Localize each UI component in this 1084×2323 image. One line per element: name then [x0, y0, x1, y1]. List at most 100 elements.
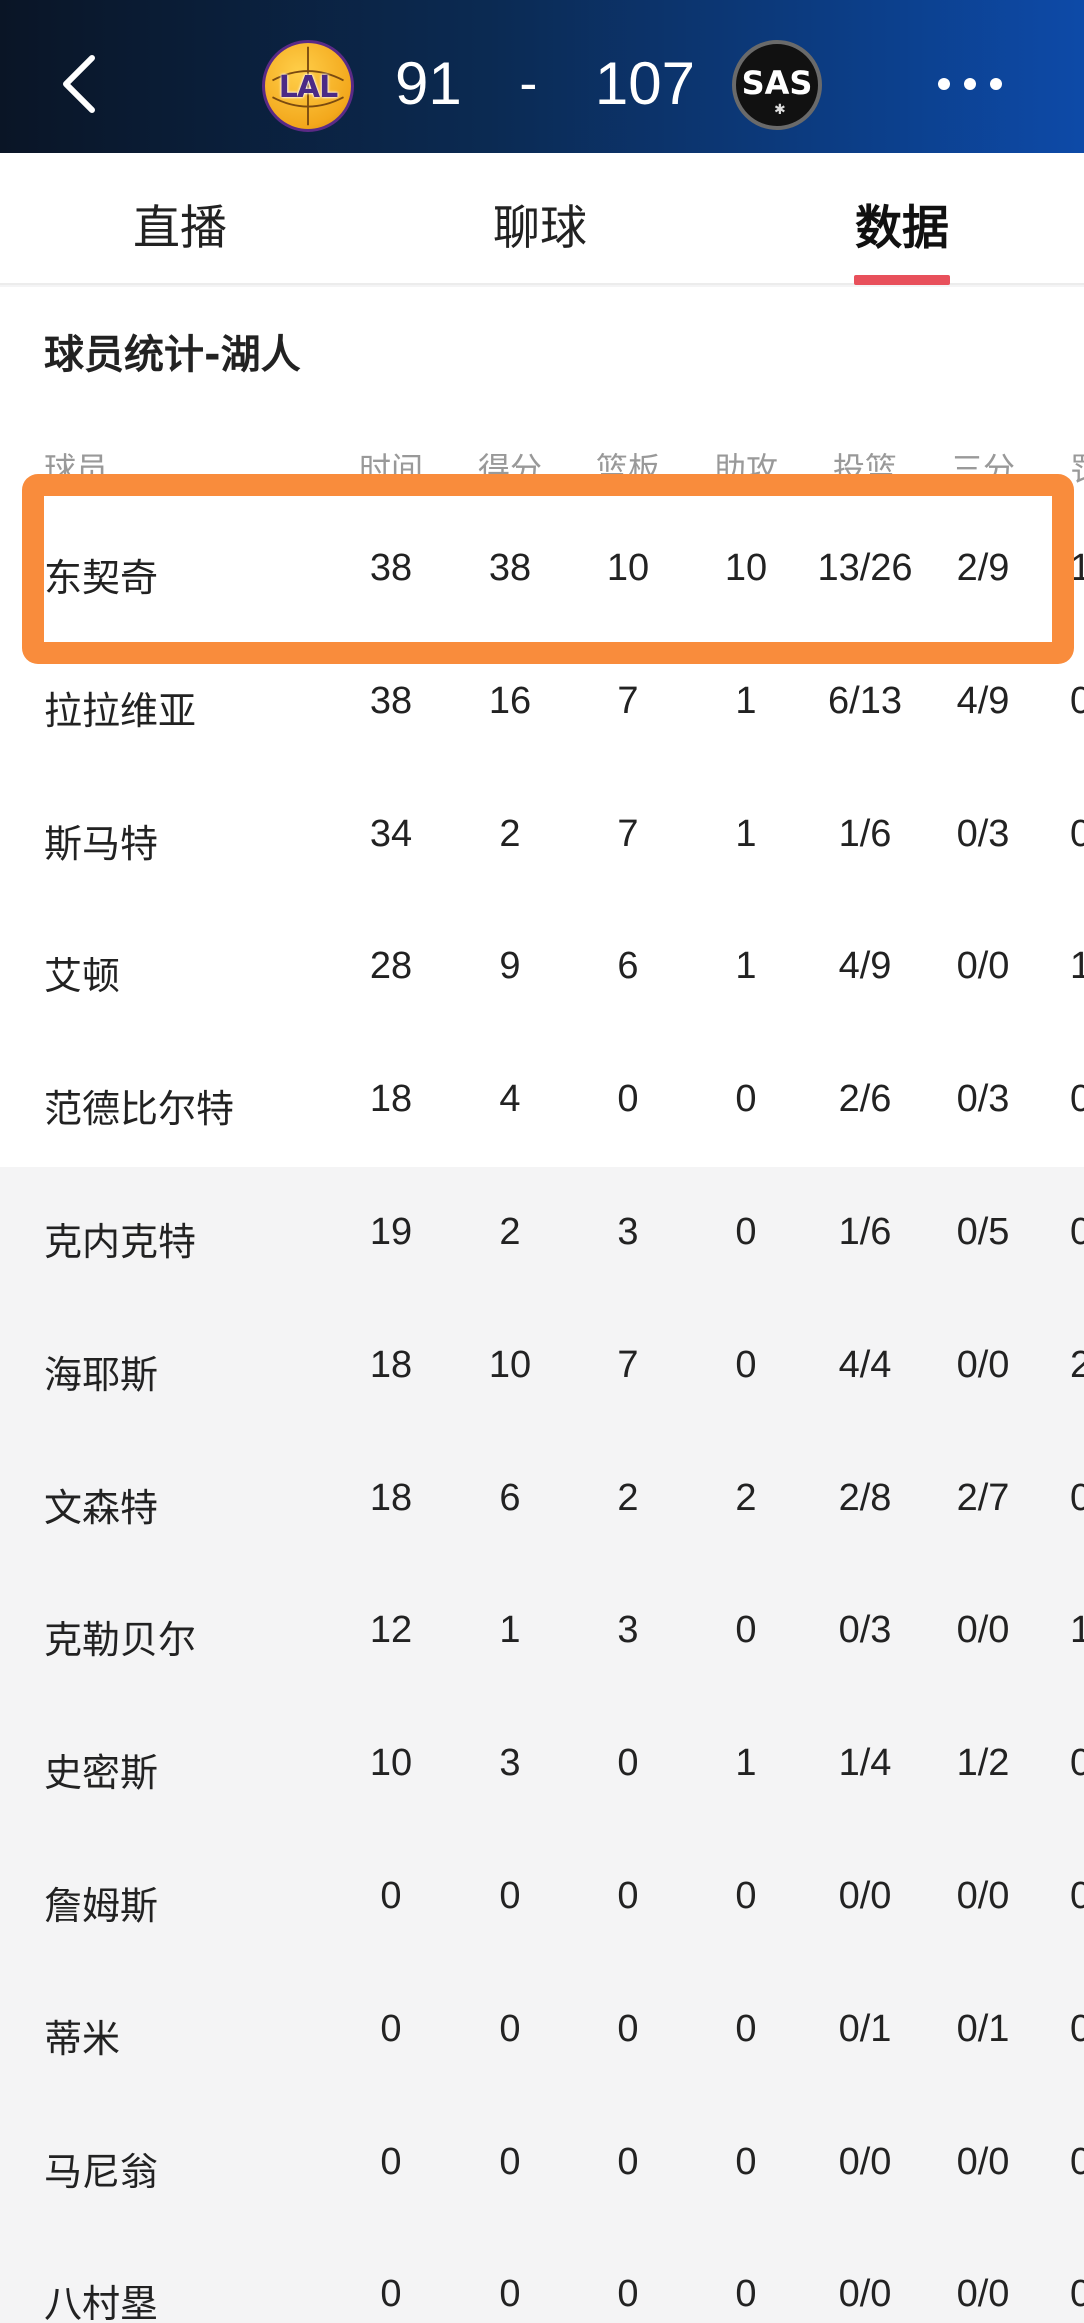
stat-points: 2 [499, 1211, 521, 1253]
stat-rebounds: 7 [617, 679, 639, 722]
table-row[interactable]: 拉拉维亚 38 16 7 1 6/13 4/9 0 [0, 636, 1084, 769]
stat-free-throws: 0 [1070, 1078, 1084, 1121]
home-team-logo[interactable]: LAL [262, 40, 354, 132]
table-row[interactable]: 克内克特 19 2 3 0 1/6 0/5 0 [0, 1167, 1084, 1300]
column-header-assists[interactable]: 助攻 [714, 444, 778, 490]
stat-rebounds: 10 [606, 547, 650, 589]
table-row[interactable]: 海耶斯 18 10 7 0 4/4 0/0 2 [0, 1300, 1084, 1433]
tab-chat[interactable]: 聊球 [440, 189, 640, 258]
stat-points: 38 [488, 547, 532, 589]
stat-three-pointers: 0/1 [956, 2007, 1010, 2050]
stat-rebounds: 7 [617, 1343, 639, 1386]
stat-three-pointers: 2/9 [956, 547, 1010, 589]
stat-field-goals: 2/8 [838, 1476, 892, 1519]
table-row[interactable]: 八村塁 0 0 0 0 0/0 0/0 0 [0, 2229, 1084, 2323]
stat-field-goals: 1/4 [838, 1742, 892, 1785]
stat-three-pointers: 0/3 [956, 1078, 1010, 1121]
player-name[interactable]: 马尼翁 [44, 2141, 158, 2196]
player-name[interactable]: 斯马特 [44, 813, 158, 868]
stat-points: 16 [488, 679, 532, 722]
stat-points: 10 [488, 1343, 532, 1386]
stat-minutes: 34 [369, 812, 413, 855]
player-name[interactable]: 海耶斯 [44, 1344, 158, 1399]
more-icon[interactable] [938, 78, 1002, 92]
stat-minutes: 38 [369, 547, 413, 589]
table-row[interactable]: 斯马特 34 2 7 1 1/6 0/3 0 [0, 769, 1084, 902]
stat-points: 1 [499, 1609, 521, 1652]
stat-rebounds: 0 [617, 1078, 639, 1121]
player-name[interactable]: 东契奇 [44, 547, 158, 602]
home-score: 91 [395, 49, 462, 117]
stat-rebounds: 0 [617, 2273, 639, 2316]
player-name[interactable]: 詹姆斯 [44, 1875, 158, 1930]
column-header-points[interactable]: 得分 [478, 444, 542, 490]
player-name[interactable]: 艾顿 [44, 945, 120, 1000]
stat-points: 6 [499, 1476, 521, 1519]
stat-points: 0 [499, 1875, 521, 1917]
stat-rebounds: 0 [617, 1875, 639, 1917]
player-name[interactable]: 拉拉维亚 [44, 680, 196, 735]
stat-field-goals: 4/9 [838, 945, 892, 988]
stat-points: 4 [499, 1078, 521, 1121]
table-row[interactable]: 东契奇 38 38 10 10 13/26 2/9 1 [0, 503, 1084, 636]
stat-three-pointers: 0/0 [956, 2273, 1010, 2316]
table-row[interactable]: 范德比尔特 18 4 0 0 2/6 0/3 0 [0, 1034, 1084, 1167]
player-name[interactable]: 克勒贝尔 [44, 1609, 196, 1664]
stat-rebounds: 0 [617, 2007, 639, 2050]
stat-rebounds: 3 [617, 1609, 639, 1652]
stat-rebounds: 7 [617, 812, 639, 855]
stat-rebounds: 0 [617, 2140, 639, 2183]
stat-field-goals: 1/6 [838, 812, 892, 855]
stat-field-goals: 4/4 [838, 1343, 892, 1386]
stat-free-throws: 0 [1070, 1875, 1084, 1917]
stat-minutes: 10 [369, 1742, 413, 1785]
column-header-ft[interactable]: 罚 [1070, 444, 1084, 490]
stat-points: 9 [499, 945, 521, 988]
table-row[interactable]: 詹姆斯 0 0 0 0 0/0 0/0 0 [0, 1831, 1084, 1964]
stat-field-goals: 0/0 [838, 2273, 892, 2316]
table-row[interactable]: 史密斯 10 3 0 1 1/4 1/2 0 [0, 1698, 1084, 1831]
stat-three-pointers: 0/5 [956, 1211, 1010, 1253]
column-header-fg[interactable]: 投篮 [833, 444, 897, 490]
stat-three-pointers: 1/2 [956, 1742, 1010, 1785]
column-header-rebounds[interactable]: 篮板 [596, 444, 660, 490]
stat-points: 0 [499, 2007, 521, 2050]
player-name[interactable]: 文森特 [44, 1477, 158, 1532]
stat-field-goals: 6/13 [828, 679, 902, 722]
stat-free-throws: 0 [1070, 679, 1084, 722]
stat-minutes: 18 [369, 1343, 413, 1386]
stat-assists: 0 [735, 1609, 757, 1652]
stat-rebounds: 2 [617, 1476, 639, 1519]
player-name[interactable]: 蒂米 [44, 2008, 120, 2063]
stat-assists: 1 [735, 1742, 757, 1785]
stat-field-goals: 0/3 [838, 1609, 892, 1652]
stat-points: 0 [499, 2273, 521, 2316]
table-row[interactable]: 文森特 18 6 2 2 2/8 2/7 0 [0, 1433, 1084, 1566]
stat-free-throws: 1 [1070, 1609, 1084, 1652]
table-row[interactable]: 蒂米 0 0 0 0 0/1 0/1 0 [0, 1964, 1084, 2097]
player-name[interactable]: 八村塁 [44, 2273, 158, 2323]
tab-live[interactable]: 直播 [80, 189, 280, 258]
stat-points: 0 [499, 2140, 521, 2183]
player-name[interactable]: 克内克特 [44, 1211, 196, 1266]
away-score: 107 [594, 49, 695, 117]
stat-free-throws: 0 [1070, 2140, 1084, 2183]
stat-minutes: 38 [369, 679, 413, 722]
tab-stats[interactable]: 数据 [802, 189, 1002, 258]
spur-icon: ✱ [774, 102, 786, 118]
player-name[interactable]: 史密斯 [44, 1742, 158, 1797]
stat-field-goals: 0/1 [838, 2007, 892, 2050]
stat-minutes: 0 [380, 1875, 402, 1917]
stat-minutes: 18 [369, 1078, 413, 1121]
scoreboard: 91 - 107 [395, 48, 695, 118]
back-icon[interactable] [56, 52, 104, 116]
away-team-abbr: SAS [741, 64, 813, 102]
away-team-logo[interactable]: SAS ✱ [732, 40, 822, 130]
table-row[interactable]: 马尼翁 0 0 0 0 0/0 0/0 0 [0, 2097, 1084, 2230]
column-header-3pt[interactable]: 三分 [951, 444, 1015, 490]
stat-rebounds: 0 [617, 1742, 639, 1785]
player-name[interactable]: 范德比尔特 [44, 1078, 234, 1133]
table-row[interactable]: 克勒贝尔 12 1 3 0 0/3 0/0 1 [0, 1565, 1084, 1698]
table-row[interactable]: 艾顿 28 9 6 1 4/9 0/0 1 [0, 901, 1084, 1034]
column-header-minutes[interactable]: 时间 [359, 444, 423, 490]
